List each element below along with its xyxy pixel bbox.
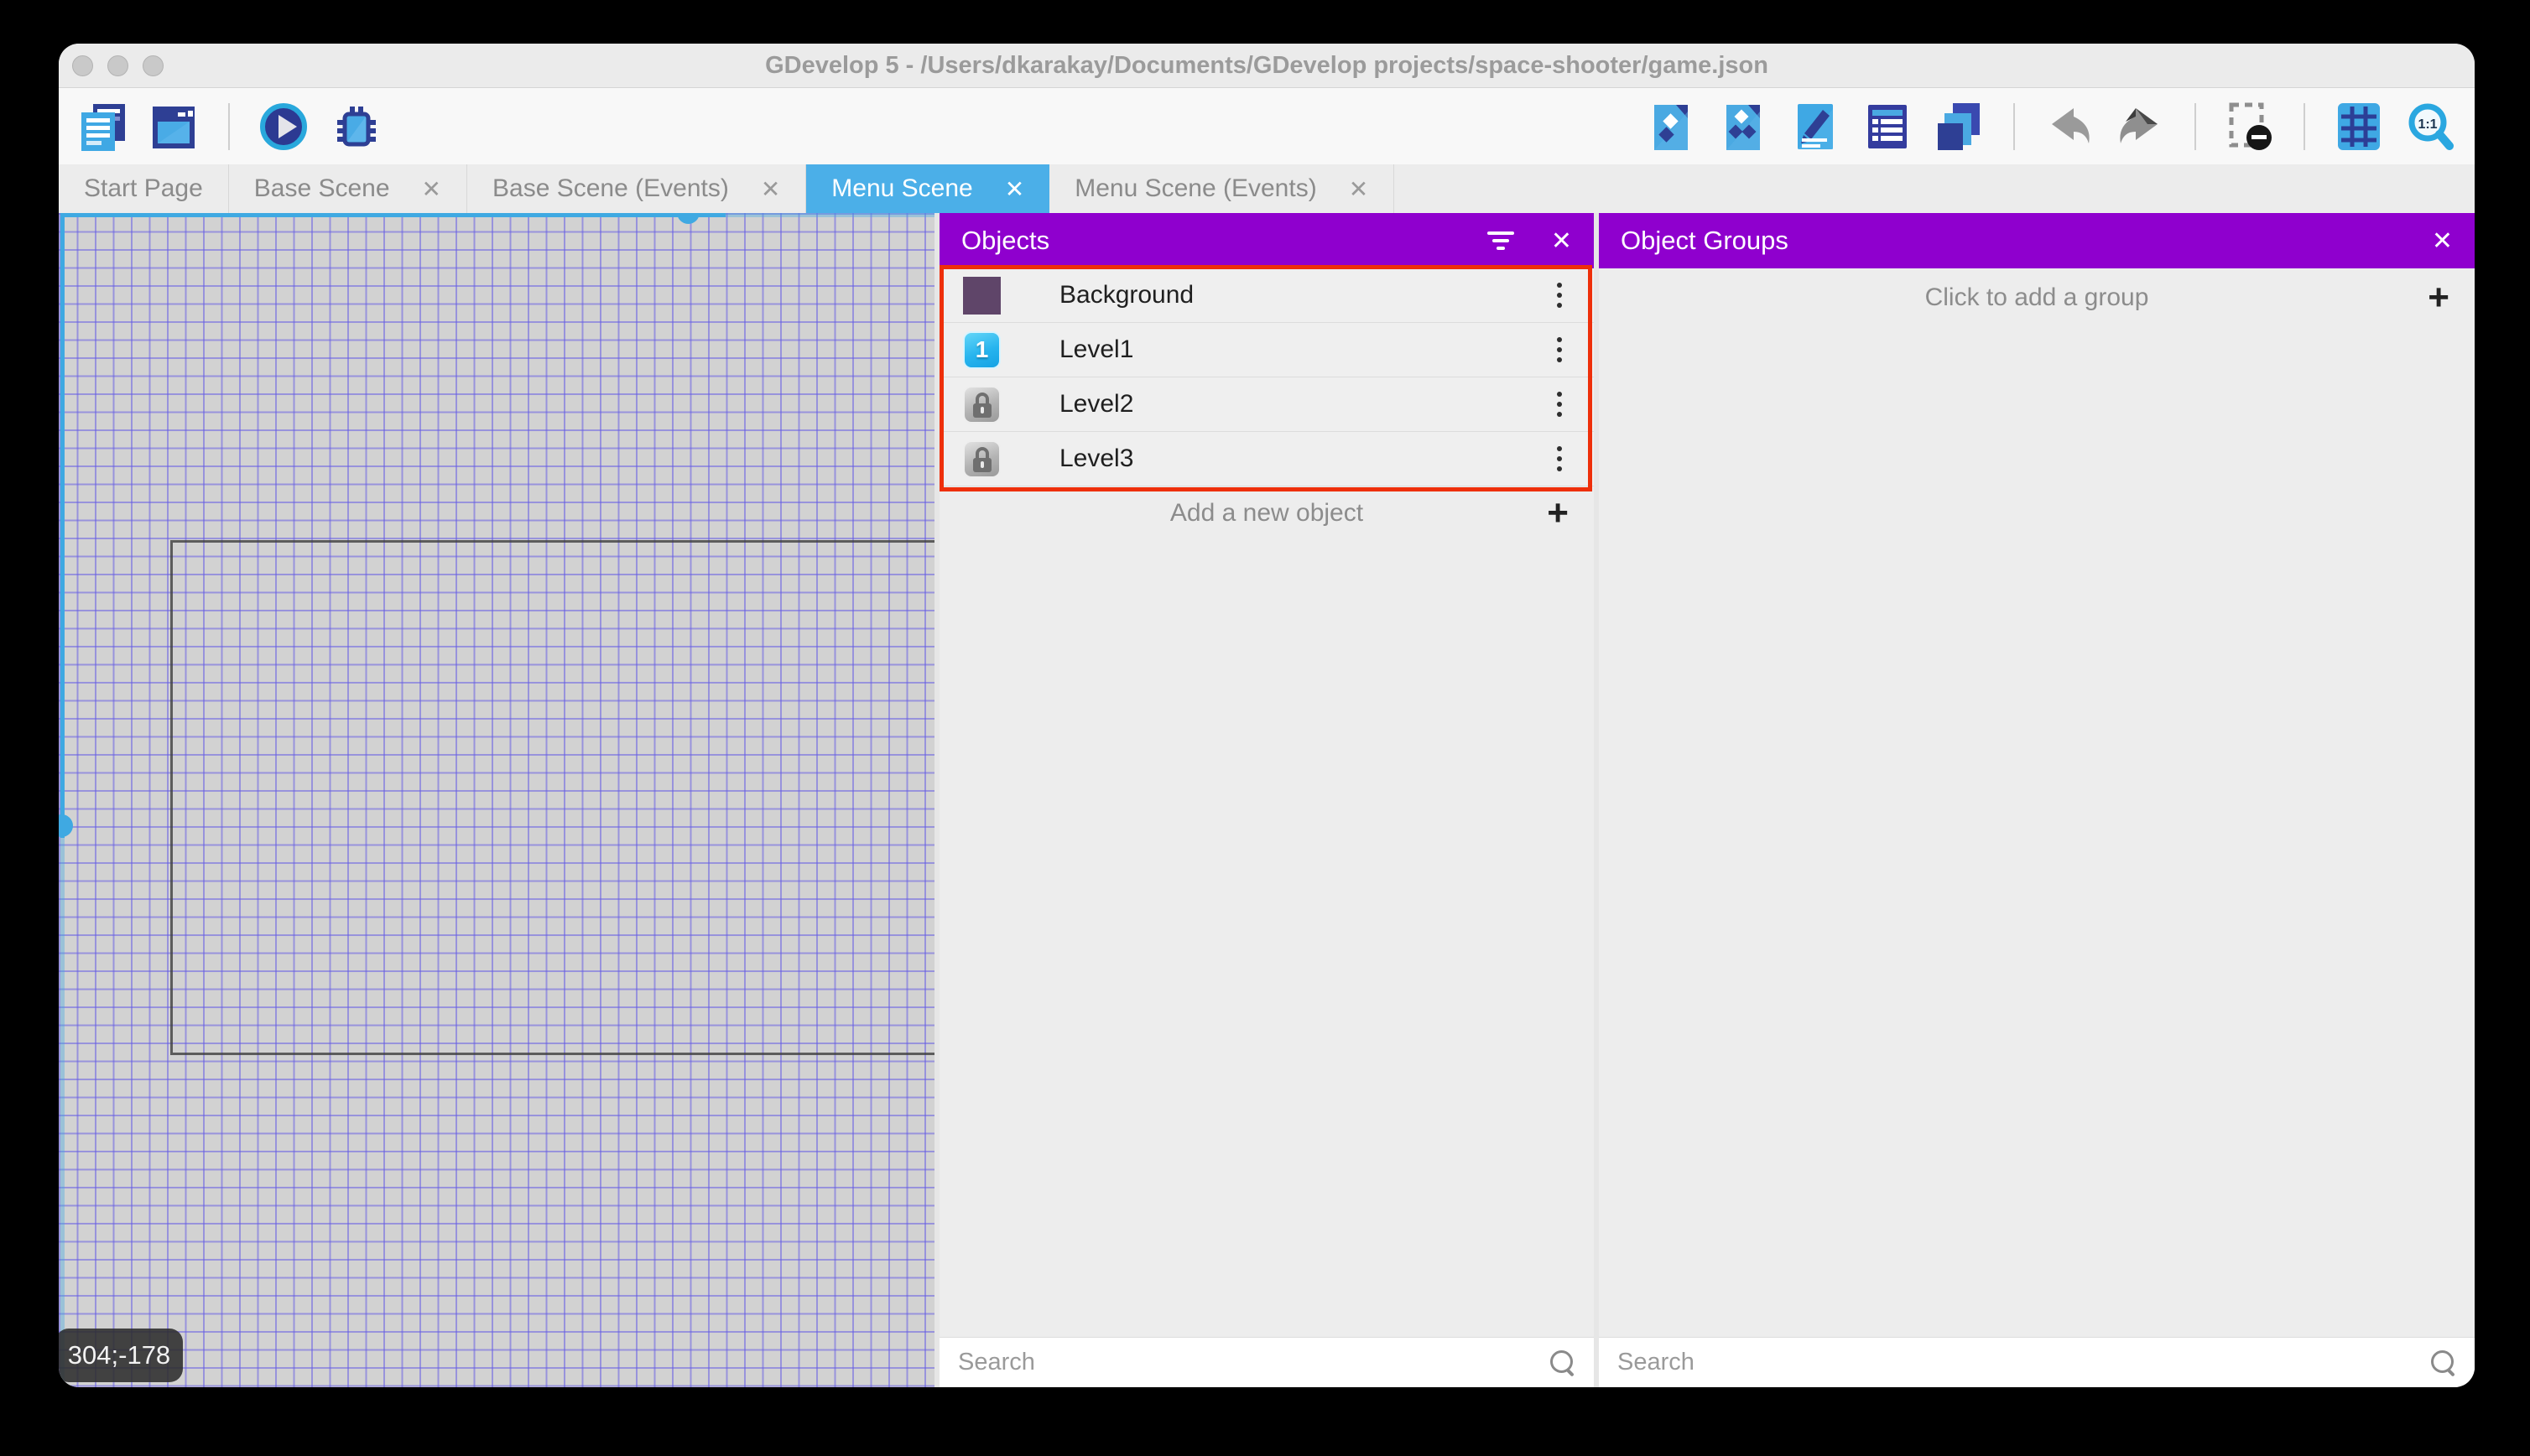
search-icon bbox=[2431, 1349, 2456, 1375]
object-label: Level1 bbox=[1059, 335, 1134, 363]
locked-button-thumbnail bbox=[963, 385, 1001, 424]
title-bar: GDevelop 5 - /Users/dkarakay/Documents/G… bbox=[59, 44, 2475, 88]
tab-start-page[interactable]: Start Page bbox=[59, 164, 229, 213]
object-row-level3[interactable]: Level3 bbox=[940, 432, 1594, 486]
object-menu-icon[interactable] bbox=[1557, 283, 1562, 308]
add-group-row[interactable]: Click to add a group + bbox=[1599, 268, 2475, 327]
object-row-background[interactable]: Background bbox=[940, 268, 1594, 323]
object-groups-panel-header: Object Groups ✕ bbox=[1599, 213, 2475, 268]
grid-icon[interactable] bbox=[2332, 100, 2386, 153]
toolbar-right-group: 1:1 bbox=[1644, 100, 2458, 153]
tab-menu-scene[interactable]: Menu Scene ✕ bbox=[806, 164, 1050, 213]
search-icon bbox=[1550, 1349, 1575, 1375]
window-title: GDevelop 5 - /Users/dkarakay/Documents/G… bbox=[765, 51, 1768, 79]
add-object-label: Add a new object bbox=[1169, 499, 1364, 527]
close-object-groups-panel-icon[interactable]: ✕ bbox=[2432, 226, 2453, 256]
tab-label: Base Scene (Events) bbox=[492, 174, 729, 202]
toolbar-left-group bbox=[75, 100, 383, 153]
layers-icon[interactable] bbox=[1933, 100, 1986, 153]
preview-icon[interactable] bbox=[257, 100, 310, 153]
add-group-label: Click to add a group bbox=[1924, 283, 2149, 311]
level1-badge: 1 bbox=[975, 336, 989, 362]
selection-handle-top[interactable] bbox=[677, 213, 700, 224]
close-tab-icon[interactable]: ✕ bbox=[761, 175, 780, 203]
objects-panel: Objects ✕ Background 1 Level1 Level2 Lev… bbox=[940, 213, 1594, 1387]
selection-handle-left[interactable] bbox=[59, 814, 73, 837]
object-groups-panel: Object Groups ✕ Click to add a group + bbox=[1599, 213, 2475, 1387]
level1-button-thumbnail: 1 bbox=[963, 330, 1001, 369]
project-manager-icon[interactable] bbox=[75, 100, 129, 153]
background-thumbnail bbox=[963, 276, 1001, 315]
gdevelop-window: GDevelop 5 - /Users/dkarakay/Documents/G… bbox=[59, 44, 2475, 1387]
tab-label: Menu Scene (Events) bbox=[1075, 174, 1317, 202]
object-label: Level3 bbox=[1059, 445, 1134, 472]
objects-panel-icon[interactable] bbox=[1644, 100, 1698, 153]
window-mask-icon[interactable] bbox=[2223, 100, 2277, 153]
tab-base-scene[interactable]: Base Scene ✕ bbox=[229, 164, 468, 213]
toolbar-divider bbox=[2304, 102, 2305, 150]
objects-panel-header: Objects ✕ bbox=[940, 213, 1594, 268]
selection-top-edge bbox=[60, 213, 726, 217]
object-groups-empty-area bbox=[1599, 327, 2475, 1337]
cursor-coordinates-badge: 304;-178 bbox=[59, 1329, 183, 1382]
object-menu-icon[interactable] bbox=[1557, 392, 1562, 417]
toolbar-divider bbox=[228, 102, 230, 150]
object-groups-panel-title: Object Groups bbox=[1621, 226, 1788, 255]
lock-icon bbox=[975, 392, 989, 404]
main-area: 304;-178 Objects ✕ Background 1 Level1 L… bbox=[59, 213, 2475, 1387]
close-tab-icon[interactable]: ✕ bbox=[1005, 175, 1024, 203]
debug-icon[interactable] bbox=[329, 100, 383, 153]
filter-icon[interactable] bbox=[1486, 231, 1514, 250]
tab-label: Menu Scene bbox=[831, 174, 973, 202]
object-menu-icon[interactable] bbox=[1557, 446, 1562, 471]
selection-left-edge-faded bbox=[60, 838, 65, 1387]
start-page-icon[interactable] bbox=[148, 100, 201, 153]
close-tab-icon[interactable]: ✕ bbox=[1349, 175, 1368, 203]
main-toolbar: 1:1 bbox=[59, 88, 2475, 164]
close-tab-icon[interactable]: ✕ bbox=[422, 175, 441, 203]
selection-top-edge-faded bbox=[726, 213, 934, 217]
zoom-ratio-label: 1:1 bbox=[2418, 117, 2437, 132]
object-row-level2[interactable]: Level2 bbox=[940, 377, 1594, 432]
object-menu-icon[interactable] bbox=[1557, 337, 1562, 362]
lock-icon bbox=[975, 446, 989, 459]
instances-list-icon[interactable] bbox=[1861, 100, 1914, 153]
locked-button-thumbnail bbox=[963, 439, 1001, 478]
scene-canvas[interactable]: 304;-178 bbox=[59, 213, 934, 1387]
object-label: Level2 bbox=[1059, 390, 1134, 418]
objects-panel-title: Objects bbox=[961, 226, 1050, 255]
zoom-reset-icon[interactable]: 1:1 bbox=[2404, 100, 2458, 153]
add-object-row[interactable]: Add a new object + bbox=[940, 486, 1594, 540]
objects-panel-empty-area bbox=[940, 540, 1594, 1337]
objects-search-row bbox=[940, 1337, 1594, 1387]
properties-icon[interactable] bbox=[1788, 100, 1842, 153]
add-object-plus-icon[interactable]: + bbox=[1547, 495, 1569, 532]
undo-icon[interactable] bbox=[2042, 100, 2095, 153]
tab-label: Start Page bbox=[84, 174, 203, 202]
editor-tabs: Start Page Base Scene ✕ Base Scene (Even… bbox=[59, 164, 2475, 213]
tab-menu-scene-events[interactable]: Menu Scene (Events) ✕ bbox=[1049, 164, 1395, 213]
tab-base-scene-events[interactable]: Base Scene (Events) ✕ bbox=[467, 164, 807, 213]
objects-search-input[interactable] bbox=[958, 1349, 1550, 1376]
object-label: Background bbox=[1059, 281, 1195, 309]
add-group-plus-icon[interactable]: + bbox=[2428, 279, 2449, 316]
groups-search-input[interactable] bbox=[1617, 1349, 2431, 1376]
redo-icon[interactable] bbox=[2114, 100, 2168, 153]
object-row-level1[interactable]: 1 Level1 bbox=[940, 323, 1594, 377]
tab-label: Base Scene bbox=[253, 174, 390, 202]
groups-search-row bbox=[1599, 1337, 2475, 1387]
toolbar-divider bbox=[2013, 102, 2015, 150]
object-groups-icon[interactable] bbox=[1716, 100, 1770, 153]
toolbar-divider bbox=[2194, 102, 2196, 150]
scene-window-rectangle bbox=[170, 540, 934, 1055]
close-objects-panel-icon[interactable]: ✕ bbox=[1551, 226, 1572, 256]
selection-left-edge bbox=[60, 213, 65, 838]
